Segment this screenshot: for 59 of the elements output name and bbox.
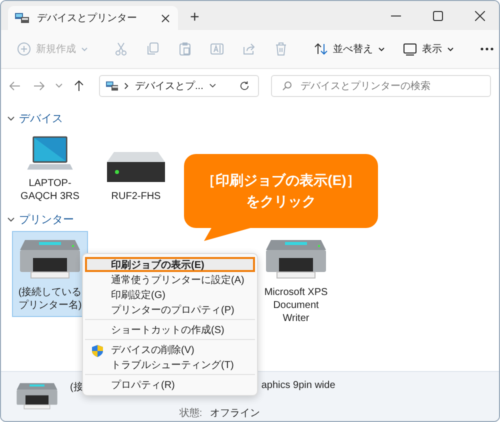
device-label: Microsoft XPS Document Writer	[263, 286, 329, 325]
menu-item[interactable]: 通常使うプリンターに設定(A)	[85, 272, 255, 287]
sort-arrows-icon	[314, 42, 328, 56]
address-bar[interactable]: デバイスとプ...	[98, 75, 259, 97]
copy-icon	[146, 42, 160, 56]
menu-item[interactable]: プロパティ(R)	[85, 377, 255, 392]
search-field[interactable]: デバイスとプリンターの検索	[270, 75, 491, 97]
device-item[interactable]: (接続しているプリンター名)	[12, 231, 88, 317]
maximize-icon[interactable]	[433, 10, 443, 20]
drive-icon	[106, 150, 166, 184]
device-label: (接続しているプリンター名)	[17, 286, 83, 312]
scissors-icon	[114, 42, 128, 56]
trash-icon	[274, 42, 288, 56]
printer-icon	[16, 380, 58, 412]
chevron-down-icon	[81, 46, 88, 52]
monitor-icon	[403, 42, 417, 56]
refresh-icon[interactable]	[238, 80, 250, 92]
devices-app-icon	[15, 12, 29, 24]
view-button[interactable]: 表示	[395, 38, 462, 60]
rename-icon	[210, 42, 224, 56]
menu-item[interactable]: 印刷設定(G)	[85, 287, 255, 302]
chevron-down-icon	[447, 46, 454, 52]
device-item[interactable]: RUF2-FHS	[98, 128, 174, 208]
close-icon[interactable]	[475, 10, 485, 20]
menu-item[interactable]: ショートカットの作成(S)	[85, 322, 255, 337]
clipboard-icon	[178, 42, 192, 56]
chevron-icon[interactable]	[7, 116, 15, 122]
window-tab[interactable]: デバイスとプリンター	[8, 6, 178, 30]
device-item[interactable]: LAPTOP-GAQCH 3RS	[12, 128, 88, 208]
chevron-right-icon	[124, 82, 130, 90]
group-title[interactable]: プリンター	[19, 212, 74, 227]
chevron-down-icon[interactable]	[209, 83, 217, 89]
printer-model: aphics 9pin wide	[261, 380, 336, 391]
plus-circle-icon	[17, 42, 31, 56]
group-title[interactable]: デバイス	[19, 111, 63, 126]
menu-item[interactable]: 印刷ジョブの表示(E)	[85, 257, 255, 272]
share-icon	[242, 42, 256, 56]
device-label: RUF2-FHS	[111, 190, 161, 203]
back-icon[interactable]	[9, 80, 21, 92]
status-label: 状態:	[179, 406, 202, 420]
printer-icon	[19, 238, 81, 280]
up-icon[interactable]	[72, 80, 85, 92]
printer-icon	[265, 238, 327, 280]
device-item[interactable]: Microsoft XPS Document Writer	[258, 231, 334, 330]
status-value: オフライン	[210, 407, 260, 420]
devices-app-icon	[106, 80, 118, 92]
menu-item[interactable]: デバイスの削除(V)	[85, 342, 255, 357]
device-label: LAPTOP-GAQCH 3RS	[20, 177, 80, 203]
menu-item[interactable]: トラブルシューティング(T)	[85, 357, 255, 372]
chevron-down-icon	[378, 46, 385, 52]
close-tab-icon[interactable]	[161, 14, 170, 22]
menu-item[interactable]: プリンターのプロパティ(P)	[85, 302, 255, 317]
chevron-icon[interactable]	[7, 216, 15, 222]
forward-icon[interactable]	[32, 80, 45, 92]
search-icon	[282, 81, 292, 91]
callout-text: ［印刷ジョブの表示(E)］ をクリック	[202, 171, 360, 211]
sort-button[interactable]: 並べ替え	[306, 38, 393, 60]
new-tab-button[interactable]: +	[178, 6, 212, 30]
address-path: デバイスとプ...	[135, 80, 204, 93]
